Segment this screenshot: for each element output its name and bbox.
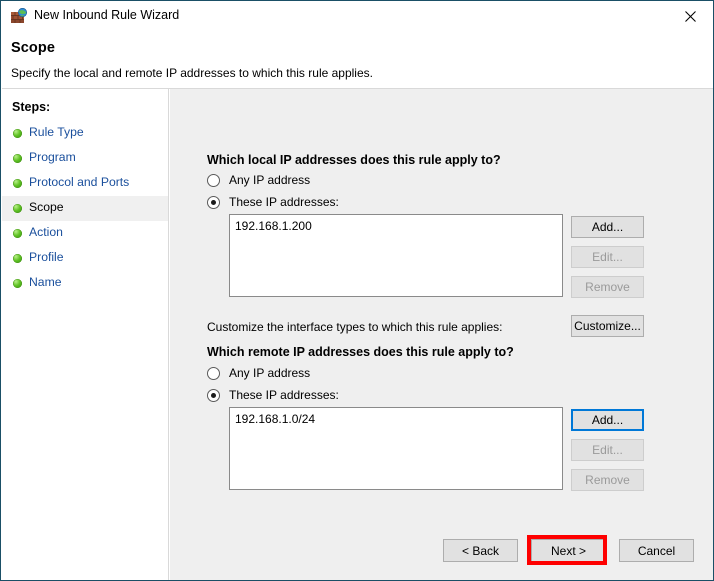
radio-label: These IP addresses:: [229, 388, 339, 402]
radio-label: These IP addresses:: [229, 195, 339, 209]
remote-add-button[interactable]: Add...: [571, 409, 644, 431]
firewall-globe-icon: [11, 8, 28, 24]
radio-circle-selected-icon: [207, 389, 220, 402]
steps-heading: Steps:: [12, 100, 50, 114]
step-bullet-icon: [13, 179, 22, 188]
cancel-button[interactable]: Cancel: [619, 539, 694, 562]
local-remove-button: Remove: [571, 276, 644, 298]
page-subtitle: Specify the local and remote IP addresse…: [11, 66, 373, 80]
local-ip-listbox[interactable]: 192.168.1.200: [229, 214, 563, 297]
sidebar-item-label: Action: [29, 225, 63, 239]
sidebar-item-label: Rule Type: [29, 125, 84, 139]
sidebar-item-name[interactable]: Name: [2, 271, 168, 296]
close-icon[interactable]: [667, 1, 713, 31]
sidebar-item-label: Program: [29, 150, 76, 164]
step-bullet-icon: [13, 154, 22, 163]
step-bullet-icon: [13, 229, 22, 238]
window-title: New Inbound Rule Wizard: [34, 8, 179, 22]
radio-circle-icon: [207, 367, 220, 380]
customize-button[interactable]: Customize...: [571, 315, 644, 337]
remote-ip-listbox[interactable]: 192.168.1.0/24: [229, 407, 563, 490]
next-button[interactable]: Next >: [531, 539, 606, 562]
local-any-ip-radio[interactable]: Any IP address: [207, 173, 310, 187]
radio-circle-icon: [207, 174, 220, 187]
sidebar-item-profile[interactable]: Profile: [2, 246, 168, 271]
page-title: Scope: [11, 40, 55, 56]
remote-ip-question: Which remote IP addresses does this rule…: [207, 345, 514, 359]
remote-these-ip-radio[interactable]: These IP addresses:: [207, 388, 339, 402]
step-bullet-icon: [13, 204, 22, 213]
sidebar-item-label: Profile: [29, 250, 64, 264]
remote-remove-button: Remove: [571, 469, 644, 491]
wizard-content-panel: Which local IP addresses does this rule …: [170, 89, 713, 580]
sidebar-item-label: Name: [29, 275, 62, 289]
sidebar-item-action[interactable]: Action: [2, 221, 168, 246]
sidebar-item-label: Protocol and Ports: [29, 175, 129, 189]
local-ip-question: Which local IP addresses does this rule …: [207, 153, 501, 167]
local-add-button[interactable]: Add...: [571, 216, 644, 238]
radio-label: Any IP address: [229, 366, 310, 380]
steps-list: Rule Type Program Protocol and Ports Sco…: [2, 121, 168, 296]
remote-any-ip-radio[interactable]: Any IP address: [207, 366, 310, 380]
sidebar-item-protocol-and-ports[interactable]: Protocol and Ports: [2, 171, 168, 196]
title-bar: New Inbound Rule Wizard: [1, 1, 713, 31]
sidebar-item-rule-type[interactable]: Rule Type: [2, 121, 168, 146]
radio-circle-selected-icon: [207, 196, 220, 209]
local-edit-button: Edit...: [571, 246, 644, 268]
new-inbound-rule-wizard-window: New Inbound Rule Wizard Scope Specify th…: [0, 0, 714, 581]
step-bullet-icon: [13, 129, 22, 138]
interface-types-label: Customize the interface types to which t…: [207, 320, 502, 334]
back-button[interactable]: < Back: [443, 539, 518, 562]
step-bullet-icon: [13, 254, 22, 263]
radio-label: Any IP address: [229, 173, 310, 187]
local-these-ip-radio[interactable]: These IP addresses:: [207, 195, 339, 209]
sidebar-item-scope[interactable]: Scope: [2, 196, 168, 221]
list-item[interactable]: 192.168.1.0/24: [235, 412, 315, 426]
sidebar-item-label: Scope: [29, 200, 64, 214]
list-item[interactable]: 192.168.1.200: [235, 219, 312, 233]
page-header: Scope Specify the local and remote IP ad…: [2, 31, 713, 88]
step-bullet-icon: [13, 279, 22, 288]
steps-sidebar: Steps: Rule Type Program Protocol and Po…: [2, 89, 169, 580]
remote-edit-button: Edit...: [571, 439, 644, 461]
sidebar-item-program[interactable]: Program: [2, 146, 168, 171]
